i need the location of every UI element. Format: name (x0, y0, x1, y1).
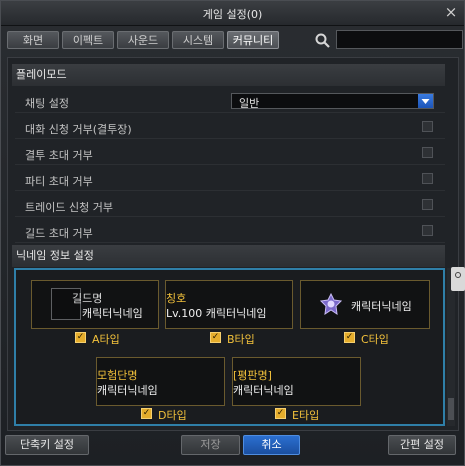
card-line2: 캐릭터닉네임 (82, 307, 143, 320)
shortcut-settings-button[interactable]: 단축키 설정 (5, 435, 89, 455)
tab-effect[interactable]: 이펙트 (62, 31, 114, 49)
type-label: A타입 (92, 333, 120, 346)
checkmark-icon[interactable]: ✓ (344, 332, 355, 343)
type-label: C타입 (361, 333, 389, 346)
nickname-card-b[interactable]: 칭호 Lv.100 캐릭터닉네임 (165, 280, 293, 329)
chat-setting-label: 채팅 설정 (25, 97, 69, 110)
type-label: D타입 (158, 409, 187, 422)
type-option-e[interactable]: ✓ E타입 (275, 408, 335, 422)
card-line1: 칭호 (166, 292, 187, 305)
cancel-button[interactable]: 취소 (243, 435, 300, 455)
tab-display[interactable]: 화면 (7, 31, 59, 49)
nickname-card-e[interactable]: [평판명] 캐릭터닉네임 (232, 357, 361, 406)
scroll-thumb[interactable] (448, 398, 454, 420)
card-line1: 길드명 (72, 292, 103, 305)
nickname-header: 닉네임 정보 설정 (12, 245, 445, 267)
tab-system[interactable]: 시스템 (172, 31, 224, 49)
setting-label: 트레이드 신청 거부 (25, 201, 113, 214)
chat-setting-value: 일반 (239, 97, 260, 110)
type-label: B타입 (227, 333, 255, 346)
close-icon[interactable]: × (443, 5, 459, 21)
chevron-down-icon[interactable] (418, 94, 433, 108)
card-line2: 캐릭터닉네임 (233, 384, 294, 397)
setting-checkbox[interactable] (422, 147, 433, 158)
setting-checkbox[interactable] (422, 225, 433, 236)
tab-community[interactable]: 커뮤니티 (227, 31, 279, 49)
search-icon[interactable] (314, 32, 332, 48)
setting-row-party-invite: 파티 초대 거부 (15, 167, 445, 191)
card-line1: [평판명] (233, 369, 272, 382)
setting-label: 결투 초대 거부 (25, 149, 93, 162)
nickname-card-d[interactable]: 모험단명 캐릭터닉네임 (96, 357, 225, 406)
setting-row-trade: 트레이드 신청 거부 (15, 193, 445, 217)
chat-setting-select[interactable]: 일반 (231, 93, 434, 110)
tab-sound[interactable]: 사운드 (117, 31, 169, 49)
settings-window: 게임 설정(0) × 화면 이펙트 사운드 시스템 커뮤니티 플레이모드 채팅 … (0, 0, 465, 466)
side-handle-icon[interactable] (451, 267, 465, 291)
setting-checkbox[interactable] (422, 199, 433, 210)
type-option-c[interactable]: ✓ C타입 (344, 332, 404, 346)
panel-scrollbar[interactable] (447, 268, 455, 426)
play-mode-header: 플레이모드 (12, 64, 445, 86)
window-title: 게임 설정(0) (202, 8, 263, 21)
title-bar[interactable]: 게임 설정(0) × (1, 1, 464, 26)
search-input[interactable] (336, 30, 463, 49)
card-line1: 모험단명 (97, 369, 138, 382)
card-line2: Lv.100 캐릭터닉네임 (166, 307, 267, 320)
type-label: E타입 (292, 409, 320, 422)
setting-checkbox[interactable] (422, 121, 433, 132)
type-option-d[interactable]: ✓ D타입 (141, 408, 201, 422)
save-button[interactable]: 저장 (181, 435, 240, 455)
card-line2: 캐릭터닉네임 (97, 384, 158, 397)
setting-row-duel-invite: 결투 초대 거부 (15, 141, 445, 165)
setting-checkbox[interactable] (422, 173, 433, 184)
type-option-b[interactable]: ✓ B타입 (210, 332, 270, 346)
tab-bar: 화면 이펙트 사운드 시스템 커뮤니티 (7, 31, 282, 51)
type-option-a[interactable]: ✓ A타입 (75, 332, 135, 346)
setting-row-duel-chat: 대화 신청 거부(결투장) (15, 115, 445, 139)
setting-label: 대화 신청 거부(결투장) (25, 123, 132, 136)
setting-label: 파티 초대 거부 (25, 175, 93, 188)
nickname-card-a[interactable]: 길드명 캐릭터닉네임 (31, 280, 159, 329)
emblem-icon (320, 293, 342, 315)
setting-row-guild-invite: 길드 초대 거부 (15, 219, 445, 243)
checkmark-icon[interactable]: ✓ (75, 332, 86, 343)
card-line2: 캐릭터닉네임 (351, 300, 412, 313)
checkmark-icon[interactable]: ✓ (141, 408, 152, 419)
nickname-card-c[interactable]: 캐릭터닉네임 (300, 280, 430, 329)
checkmark-icon[interactable]: ✓ (275, 408, 286, 419)
checkmark-icon[interactable]: ✓ (210, 332, 221, 343)
setting-label: 길드 초대 거부 (25, 227, 93, 240)
simple-settings-button[interactable]: 간편 설정 (388, 435, 456, 455)
